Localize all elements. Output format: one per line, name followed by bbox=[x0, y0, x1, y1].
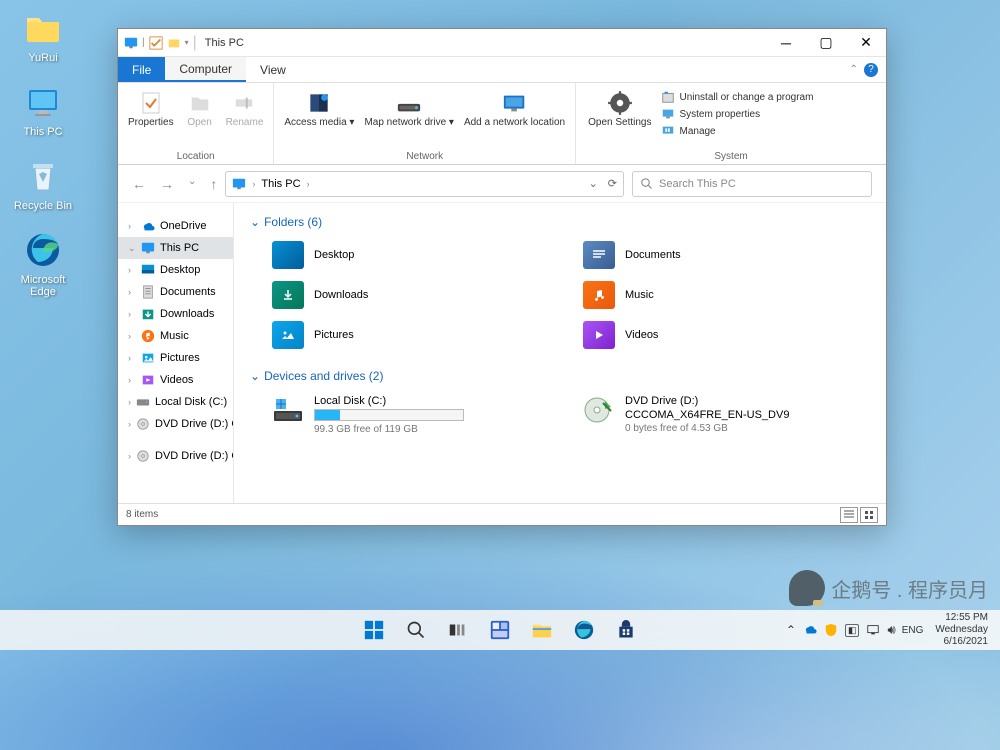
folders-section-header[interactable]: ⌄Folders (6) bbox=[250, 215, 870, 229]
folder-small-icon bbox=[167, 36, 181, 50]
file-explorer-button[interactable] bbox=[524, 612, 560, 648]
add-network-location-button[interactable]: Add a network location bbox=[460, 87, 569, 131]
properties-button[interactable]: Properties bbox=[124, 87, 178, 131]
desktop-icon-edge[interactable]: Microsoft Edge bbox=[8, 230, 78, 298]
uninstall-link[interactable]: Uninstall or change a program bbox=[659, 89, 815, 105]
monitor-icon bbox=[124, 36, 138, 50]
store-button[interactable] bbox=[608, 612, 644, 648]
up-button[interactable]: ↑ bbox=[210, 176, 217, 192]
sidebar-item-monitor[interactable]: ⌄This PC bbox=[118, 237, 233, 259]
folder-videos[interactable]: Videos bbox=[579, 317, 870, 353]
forward-button[interactable]: → bbox=[160, 176, 174, 192]
manage-link[interactable]: Manage bbox=[659, 123, 815, 139]
titlebar[interactable]: | ▾ | This PC ─ ▢ ✕ bbox=[118, 29, 886, 57]
minimize-button[interactable]: ─ bbox=[766, 29, 806, 57]
folder-music[interactable]: Music bbox=[579, 277, 870, 313]
network-tray-icon[interactable] bbox=[866, 623, 880, 637]
drive-disk[interactable]: Local Disk (C:)99.3 GB free of 119 GB bbox=[268, 391, 559, 439]
address-dropdown-icon[interactable]: ⌄ bbox=[589, 177, 598, 190]
desktop-icon-yurui[interactable]: YuRui bbox=[8, 8, 78, 64]
onedrive-tray-icon[interactable] bbox=[803, 623, 817, 637]
language-indicator[interactable]: ENG bbox=[902, 625, 924, 636]
recent-locations-button[interactable]: ⌄ bbox=[188, 176, 196, 192]
rename-button[interactable]: Rename bbox=[222, 87, 268, 131]
clock[interactable]: 12:55 PM Wednesday 6/16/2021 bbox=[929, 612, 994, 648]
help-icon[interactable]: ? bbox=[864, 63, 878, 77]
drives-section-header[interactable]: ⌄Devices and drives (2) bbox=[250, 369, 870, 383]
access-media-button[interactable]: Access media ▾ bbox=[280, 87, 358, 131]
folder-documents[interactable]: Documents bbox=[579, 237, 870, 273]
back-button[interactable]: ← bbox=[132, 176, 146, 192]
details-view-button[interactable] bbox=[840, 507, 858, 523]
sidebar-item-disk[interactable]: ›Local Disk (C:) bbox=[118, 391, 233, 413]
edge-icon bbox=[23, 230, 63, 270]
menu-tabs: File Computer View ⌃ ? bbox=[118, 57, 886, 83]
drive-dvd[interactable]: DVD Drive (D:)CCCOMA_X64FRE_EN-US_DV90 b… bbox=[579, 391, 870, 439]
sidebar-item-videos[interactable]: ›Videos bbox=[118, 369, 233, 391]
content-pane: ⌄Folders (6) Desktop Documents Downloads Mu… bbox=[234, 203, 886, 503]
volume-tray-icon[interactable]: 🔊︎ bbox=[887, 622, 895, 638]
folder-downloads[interactable]: Downloads bbox=[268, 277, 559, 313]
item-count: 8 items bbox=[126, 509, 158, 520]
desktop: YuRui This PC Recycle Bin Microsoft Edge bbox=[0, 0, 86, 324]
sidebar-item-pictures[interactable]: ›Pictures bbox=[118, 347, 233, 369]
folder-icon bbox=[23, 8, 63, 48]
sidebar-item-downloads[interactable]: ›Downloads bbox=[118, 303, 233, 325]
sidebar-item-documents[interactable]: ›Documents bbox=[118, 281, 233, 303]
start-button[interactable] bbox=[356, 612, 392, 648]
monitor-icon bbox=[232, 177, 246, 191]
close-button[interactable]: ✕ bbox=[846, 29, 886, 57]
maximize-button[interactable]: ▢ bbox=[806, 29, 846, 57]
ribbon-collapse-icon[interactable]: ⌃ bbox=[850, 64, 858, 75]
tab-computer[interactable]: Computer bbox=[165, 57, 246, 82]
system-tray[interactable]: ⌃ ◧ 🔊︎ bbox=[786, 622, 896, 638]
map-drive-button[interactable]: Map network drive ▾ bbox=[360, 87, 458, 131]
desktop-icon-recycle-bin[interactable]: Recycle Bin bbox=[8, 156, 78, 212]
recycle-bin-icon bbox=[23, 156, 63, 196]
folder-desktop[interactable]: Desktop bbox=[268, 237, 559, 273]
sidebar-item-desktop[interactable]: ›Desktop bbox=[118, 259, 233, 281]
search-input[interactable]: Search This PC bbox=[632, 171, 872, 197]
widgets-button[interactable] bbox=[482, 612, 518, 648]
status-bar: 8 items bbox=[118, 503, 886, 525]
explorer-window: | ▾ | This PC ─ ▢ ✕ File Computer View ⌃… bbox=[117, 28, 887, 526]
taskbar: ⌃ ◧ 🔊︎ ENG 12:55 PM Wednesday 6/16/2021 bbox=[0, 610, 1000, 650]
edge-button[interactable] bbox=[566, 612, 602, 648]
sidebar-item-music[interactable]: ›Music bbox=[118, 325, 233, 347]
refresh-button[interactable]: ⟳ bbox=[608, 177, 617, 190]
tab-view[interactable]: View bbox=[246, 57, 300, 82]
window-title: This PC bbox=[205, 37, 244, 49]
sidebar-item-dvd[interactable]: ›DVD Drive (D:) C bbox=[118, 413, 233, 435]
tab-file[interactable]: File bbox=[118, 57, 165, 82]
desktop-icon-this-pc[interactable]: This PC bbox=[8, 82, 78, 138]
sidebar-item-cloud[interactable]: ›OneDrive bbox=[118, 215, 233, 237]
search-icon bbox=[641, 178, 653, 190]
folder-pictures[interactable]: Pictures bbox=[268, 317, 559, 353]
dropdown-icon[interactable]: ▾ bbox=[185, 38, 189, 47]
navigation-pane: ›OneDrive⌄This PC›Desktop›Documents›Down… bbox=[118, 203, 234, 503]
security-tray-icon[interactable] bbox=[824, 623, 838, 637]
open-button[interactable]: Open bbox=[180, 87, 220, 131]
open-settings-button[interactable]: Open Settings bbox=[584, 87, 655, 149]
tray-overflow-icon[interactable]: ⌃ bbox=[786, 623, 796, 637]
monitor-icon bbox=[23, 82, 63, 122]
sidebar-item-dvd[interactable]: ›DVD Drive (D:) CC bbox=[118, 445, 233, 467]
ribbon: Properties Open Rename Location Access m… bbox=[118, 83, 886, 165]
quick-access-toolbar: | ▾ | bbox=[124, 34, 197, 52]
search-button[interactable] bbox=[398, 612, 434, 648]
check-icon[interactable] bbox=[149, 36, 163, 50]
task-view-button[interactable] bbox=[440, 612, 476, 648]
navigation-bar: ← → ⌄ ↑ › This PC › ⌄ ⟳ Search This PC bbox=[118, 165, 886, 203]
address-bar[interactable]: › This PC › ⌄ ⟳ bbox=[225, 171, 624, 197]
meet-now-icon[interactable]: ◧ bbox=[845, 624, 860, 637]
watermark: 企鹅号 . 程序员月 bbox=[789, 570, 988, 606]
system-properties-link[interactable]: System properties bbox=[659, 106, 815, 122]
large-icons-view-button[interactable] bbox=[860, 507, 878, 523]
